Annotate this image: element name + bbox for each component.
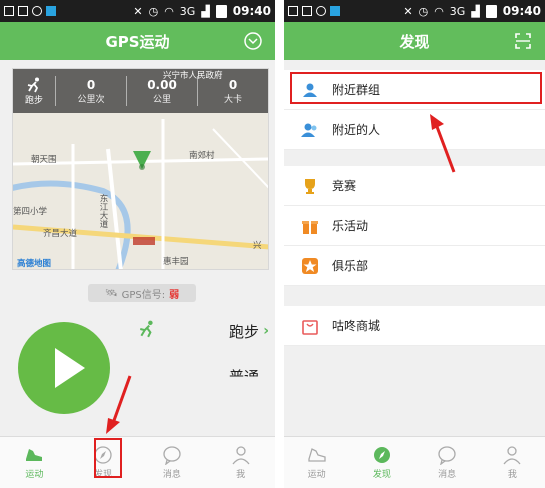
status-bar: ✕ ◷ ◠ 3G ▟ 09:40 (0, 0, 275, 22)
tab-messages[interactable]: 消息 (138, 437, 207, 488)
people-icon (300, 120, 320, 140)
gift-icon (300, 216, 320, 236)
annotation-arrow-icon (106, 375, 132, 434)
mode-run-label: 跑步 (228, 322, 259, 341)
tab-messages[interactable]: 消息 (415, 437, 480, 488)
map-label: 第四小学 (13, 207, 48, 217)
map-label: 朝天围 (31, 155, 57, 165)
shop-section: 咕咚商城 (284, 306, 545, 346)
mail-icon (4, 6, 14, 16)
tab-sport[interactable]: 运动 (0, 437, 69, 488)
mute-icon: ✕ (133, 4, 143, 18)
mode-other-label: 普通 (228, 368, 259, 384)
satellite-icon: 🛰 (104, 287, 118, 299)
scan-icon[interactable] (513, 31, 533, 51)
list-item-shop[interactable]: 咕咚商城 (284, 306, 545, 346)
shoe-icon (26, 449, 43, 461)
gps-signal-indicator: 🛰 GPS信号: 弱 (88, 284, 196, 302)
location-pin-icon (133, 151, 151, 170)
chat-bubble-icon (163, 446, 181, 465)
signal-icon: ▟ (201, 4, 210, 18)
mode-selector-run[interactable]: 跑步 › (130, 318, 275, 344)
location-icon (316, 6, 326, 16)
shopping-bag-icon (300, 316, 320, 336)
clock: 09:40 (502, 4, 541, 18)
dropdown-circle-icon[interactable] (243, 31, 263, 51)
map-brand: 高德地图 (17, 259, 52, 269)
person-icon (503, 446, 521, 465)
compass-icon (373, 447, 390, 463)
status-bar: ✕ ◷ ◠ 3G ▟ 09:40 (284, 0, 545, 22)
page-title: GPS运动 (105, 32, 170, 51)
stat-item: 0 公里次 (55, 76, 126, 106)
chat-bubble-icon (438, 446, 456, 465)
map-view[interactable]: 跑步 0 公里次 0.00 公里 0 大卡 兴宁市人民政府 朝天围 南郊村 第四… (12, 68, 269, 270)
page-title: 发现 (399, 32, 430, 51)
runner-icon (140, 320, 153, 338)
map-label: 兴宁市人民政府 (163, 71, 223, 81)
list-item-events[interactable]: 乐活动 (284, 206, 545, 246)
discover-screen: ✕ ◷ ◠ 3G ▟ 09:40 发现 附近群组 附近的人 竞赛 乐活动 俱乐部… (284, 0, 545, 488)
mode-cell: 跑步 (13, 77, 55, 106)
bottom-tab-bar: 运动 发现 消息 我 (0, 436, 275, 488)
alarm-icon: ◷ (148, 4, 159, 18)
map-label: 东江大道 (98, 194, 108, 228)
chevron-right-icon: › (263, 323, 269, 339)
bottom-tab-bar: 运动 发现 消息 我 (284, 436, 545, 488)
app-notification-icon (330, 6, 340, 16)
app-notification-icon (46, 6, 56, 16)
image-icon (302, 6, 312, 16)
location-icon (32, 6, 42, 16)
list-item-club[interactable]: 俱乐部 (284, 246, 545, 286)
runner-icon (27, 77, 39, 92)
wifi-icon: ◠ (164, 4, 174, 18)
top-bar: GPS运动 (0, 22, 275, 60)
network-type: 3G (449, 4, 466, 18)
activity-section: 竞赛 乐活动 俱乐部 (284, 166, 545, 286)
person-icon (232, 446, 250, 465)
map-label: 兴 (253, 241, 262, 251)
image-icon (18, 6, 28, 16)
shoe-icon (307, 448, 326, 462)
tab-me[interactable]: 我 (206, 437, 275, 488)
battery-icon (215, 4, 227, 18)
tab-sport[interactable]: 运动 (284, 437, 349, 488)
map-label: 齐昌大道 (43, 229, 78, 239)
mute-icon: ✕ (403, 4, 413, 18)
tab-me[interactable]: 我 (480, 437, 545, 488)
gps-signal-value: 弱 (169, 289, 180, 301)
map-label: 南郊村 (189, 151, 215, 161)
wifi-icon: ◠ (434, 4, 444, 18)
highlight-box (94, 438, 122, 478)
alarm-icon: ◷ (418, 4, 429, 18)
map-label: 惠丰园 (163, 257, 189, 267)
list-item-nearby-people[interactable]: 附近的人 (284, 110, 545, 150)
gps-signal-label: GPS信号: (121, 289, 166, 301)
annotation-arrow-icon (430, 114, 456, 173)
clock: 09:40 (232, 4, 271, 18)
trophy-icon (300, 176, 320, 196)
highlight-box (290, 72, 542, 104)
mail-icon (288, 6, 298, 16)
mode-selector-other[interactable]: 普通 (130, 364, 275, 384)
top-bar: 发现 (284, 22, 545, 60)
tab-discover[interactable]: 发现 (349, 437, 414, 488)
list-item-competition[interactable]: 竞赛 (284, 166, 545, 206)
battery-icon (485, 4, 497, 18)
network-type: 3G (179, 4, 196, 18)
mode-label: 跑步 (24, 95, 43, 106)
signal-icon: ▟ (471, 4, 480, 18)
gps-sport-screen: ✕ ◷ ◠ 3G ▟ 09:40 GPS运动 跑步 0 公里次 0.00 公里 … (0, 0, 275, 488)
start-button[interactable] (18, 322, 110, 414)
stats-bar: 跑步 0 公里次 0.00 公里 0 大卡 (13, 69, 268, 113)
star-badge-icon (300, 256, 320, 276)
